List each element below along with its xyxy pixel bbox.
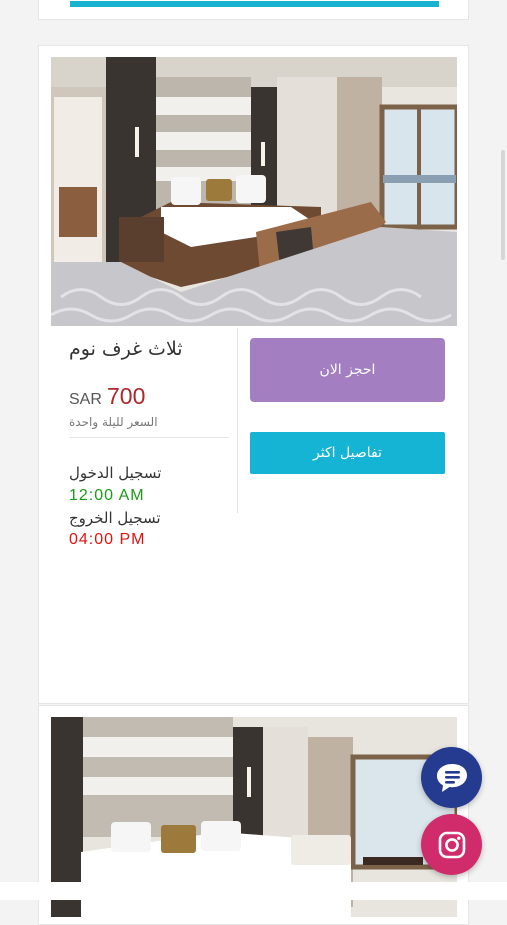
price: SAR 700	[69, 383, 145, 410]
room-photo	[51, 57, 457, 326]
checkout-time: 04:00 PM	[69, 531, 146, 548]
divider	[69, 437, 229, 438]
book-now-button[interactable]: احجز الان	[250, 338, 445, 402]
more-details-button[interactable]: تفاصيل اكثر	[250, 432, 445, 474]
price-value: 700	[107, 383, 146, 409]
room-title: ثلاث غرف نوم	[69, 338, 183, 360]
checkin-time: 12:00 AM	[69, 487, 145, 504]
bottom-bar	[0, 882, 507, 900]
previous-card-button[interactable]	[70, 1, 439, 7]
instagram-button[interactable]	[421, 814, 482, 875]
checkin-label: تسجيل الدخول	[69, 464, 162, 482]
column-divider	[237, 328, 238, 513]
instagram-icon	[438, 831, 465, 858]
price-currency: SAR	[69, 391, 102, 408]
chat-bubble-icon	[436, 763, 467, 792]
previous-room-card	[38, 0, 469, 20]
price-note: السعر لليلة واحدة	[69, 415, 158, 429]
scrollbar-thumb[interactable]	[501, 150, 505, 260]
room-card: ثلاث غرف نوم SAR 700 السعر لليلة واحدة ت…	[38, 45, 469, 704]
chat-button[interactable]	[421, 747, 482, 808]
checkout-label: تسجيل الخروج	[69, 509, 161, 527]
